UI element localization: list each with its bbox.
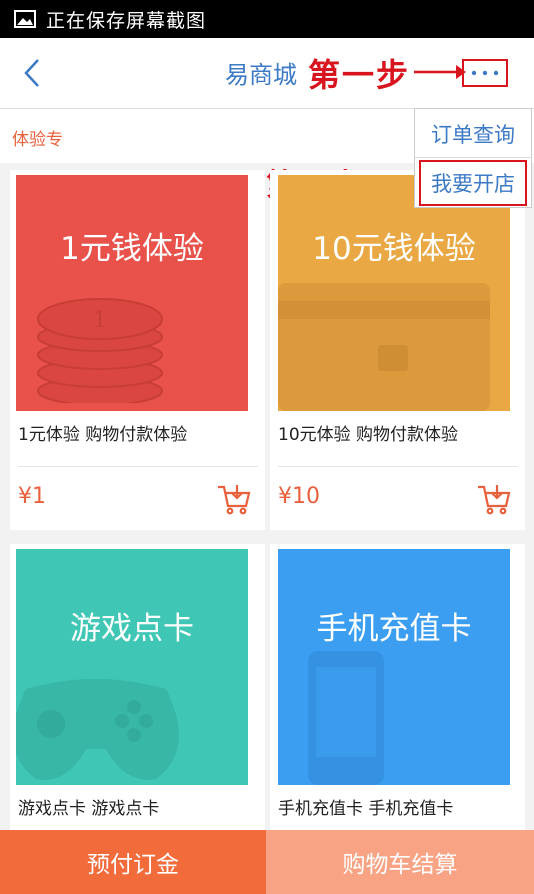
product-card[interactable]: 游戏点卡 游戏点卡 游戏点卡 (10, 544, 265, 830)
product-name: 10元体验 购物付款体验 (278, 425, 459, 445)
product-name: 游戏点卡 游戏点卡 (18, 799, 160, 819)
coin-stack-icon: 1 (37, 298, 163, 403)
page-title: 易商城 (225, 61, 297, 89)
product-image-text: 游戏点卡 (70, 611, 194, 647)
product-image-text: 1元钱体验 (60, 231, 204, 267)
more-menu-button[interactable] (462, 59, 508, 87)
product-price: ¥1 (18, 484, 46, 509)
bottom-action-bar: 预付订金 购物车结算 (0, 830, 534, 894)
add-to-cart-icon[interactable] (216, 482, 252, 516)
menu-item-open-store[interactable]: 我要开店 (419, 160, 527, 206)
product-card[interactable]: 手机充值卡 手机充值卡 手机充值卡 (270, 544, 525, 830)
product-name: 1元体验 购物付款体验 (18, 425, 188, 445)
image-icon (14, 10, 36, 28)
product-image-text: 手机充值卡 (316, 611, 472, 647)
divider (278, 466, 518, 467)
product-image-text: 10元钱体验 (312, 231, 476, 267)
product-name: 手机充值卡 手机充值卡 (278, 799, 454, 819)
more-dropdown-menu: 订单查询 我要开店 (414, 108, 532, 208)
back-arrow-icon[interactable] (18, 56, 48, 90)
tab-fade-overlay (74, 119, 124, 159)
product-image: 手机充值卡 (278, 549, 510, 785)
mobile-phone-icon (308, 651, 384, 785)
menu-item-order-query[interactable]: 订单查询 (415, 111, 531, 158)
gamepad-icon (16, 679, 179, 780)
step1-annotation: 第一步 (308, 56, 411, 94)
product-image: 游戏点卡 (16, 549, 248, 785)
arrow-right-icon (414, 65, 466, 79)
status-bar: 正在保存屏幕截图 (0, 0, 534, 38)
product-image: 1 1元钱体验 (16, 175, 248, 411)
deposit-button[interactable]: 预付订金 (0, 830, 266, 894)
product-card[interactable]: 1 1元钱体验 1元体验 购物付款体验 ¥1 (10, 170, 265, 530)
divider (18, 466, 258, 467)
more-dots-icon (471, 70, 499, 76)
add-to-cart-icon[interactable] (476, 482, 512, 516)
product-price: ¥10 (278, 484, 320, 509)
cart-checkout-button[interactable]: 购物车结算 (266, 830, 534, 894)
tab-experience[interactable]: 体验专 (12, 125, 63, 150)
status-text: 正在保存屏幕截图 (46, 9, 207, 32)
svg-text:1: 1 (93, 308, 107, 333)
header: 易商城 第一步 (0, 38, 534, 109)
product-card[interactable]: 10元钱体验 10元体验 购物付款体验 ¥10 (270, 170, 525, 530)
product-image: 10元钱体验 (278, 175, 510, 411)
bank-card-icon (278, 283, 490, 411)
